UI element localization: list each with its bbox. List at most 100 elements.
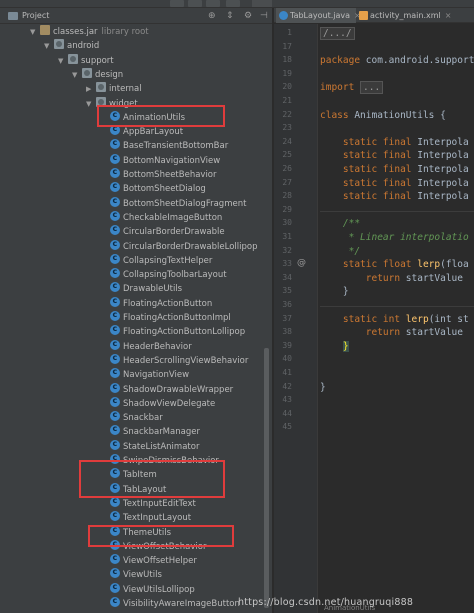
code-token: static float bbox=[320, 259, 418, 271]
chevron-down-icon[interactable]: ▼ bbox=[58, 54, 68, 69]
tree-item[interactable]: ▼ support bbox=[58, 53, 114, 69]
project-icon bbox=[8, 12, 18, 20]
class-icon bbox=[110, 407, 120, 422]
tree-item[interactable]: CollapsingToolbarLayout bbox=[100, 264, 227, 283]
line-number: 25 bbox=[282, 150, 292, 160]
collapse-icon[interactable]: ⇕ bbox=[226, 11, 236, 21]
code-token[interactable]: /.../ bbox=[320, 27, 355, 40]
tree-item-label: BottomNavigationView bbox=[123, 155, 221, 166]
close-icon[interactable]: × bbox=[445, 11, 452, 20]
tree-item[interactable]: CircularBorderDrawableLollipop bbox=[100, 236, 258, 255]
tree-item-label: Snackbar bbox=[123, 413, 163, 424]
line-number: 23 bbox=[282, 123, 292, 133]
toolbar-button[interactable] bbox=[206, 0, 220, 7]
tree-item[interactable]: ViewUtils bbox=[100, 564, 162, 583]
tree-item[interactable]: CircularBorderDrawable bbox=[100, 221, 225, 240]
code-token[interactable]: ... bbox=[360, 81, 384, 95]
code-area[interactable]: /.../ package com.android.support import .… bbox=[320, 24, 474, 613]
code-line: } bbox=[320, 286, 349, 297]
code-line: static final Interpola bbox=[320, 178, 469, 189]
tree-item-label: ViewUtils bbox=[123, 570, 162, 581]
class-icon bbox=[110, 264, 120, 279]
tree-item[interactable]: BottomNavigationView bbox=[100, 150, 221, 169]
tree-item[interactable]: FloatingActionButtonImpl bbox=[100, 307, 231, 326]
tree-item-label: BaseTransientBottomBar bbox=[123, 141, 229, 152]
chevron-down-icon[interactable]: ▼ bbox=[44, 39, 54, 54]
tree-item[interactable]: FloatingActionButtonLollipop bbox=[100, 321, 245, 340]
scrollbar[interactable] bbox=[264, 348, 269, 608]
chevron-right-icon[interactable]: ▶ bbox=[86, 82, 96, 97]
code-line: import ... bbox=[320, 81, 384, 95]
tree-item-label: internal bbox=[109, 84, 142, 95]
line-number: 19 bbox=[282, 68, 292, 78]
tree-item-label: TextInputLayout bbox=[123, 513, 192, 524]
line-number: 36 bbox=[282, 300, 292, 309]
method-separator bbox=[320, 306, 474, 307]
code-token: static final bbox=[320, 191, 418, 203]
package-icon bbox=[68, 53, 78, 64]
tree-item[interactable]: ▶ internal bbox=[86, 82, 142, 97]
tab-activity-main-xml[interactable]: activity_main.xml × bbox=[356, 8, 474, 23]
code-token: static final bbox=[320, 136, 418, 148]
gear-icon[interactable]: ⚙ bbox=[244, 11, 254, 21]
tree-item[interactable]: ShadowDrawableWrapper bbox=[100, 379, 233, 398]
class-icon bbox=[110, 550, 120, 565]
tree-item[interactable]: HeaderScrollingViewBehavior bbox=[100, 350, 248, 369]
code-editor[interactable]: TabLayout.java × activity_main.xml × 1 17 18… bbox=[274, 8, 474, 613]
jar-icon bbox=[40, 25, 50, 35]
code-line: static final Interpola bbox=[320, 164, 469, 175]
target-icon[interactable]: ⊕ bbox=[208, 11, 218, 21]
tab-tablayout-java[interactable]: TabLayout.java × bbox=[276, 8, 361, 23]
code-token: Interpola bbox=[417, 136, 469, 148]
hide-icon[interactable]: ⊣ bbox=[260, 11, 270, 21]
line-number: 21 bbox=[282, 96, 292, 105]
tree-item[interactable]: Snackbar bbox=[100, 407, 163, 426]
code-token: static final bbox=[320, 164, 418, 175]
tree-item[interactable]: ▼ design bbox=[72, 67, 123, 83]
line-number: 40 bbox=[282, 354, 292, 364]
tree-item[interactable]: ShadowViewDelegate bbox=[100, 393, 216, 412]
code-token: AnimationUtils { bbox=[354, 109, 446, 121]
class-icon bbox=[110, 364, 120, 379]
chevron-down-icon[interactable]: ▼ bbox=[72, 68, 82, 83]
tree-item-label: CollapsingToolbarLayout bbox=[123, 270, 227, 281]
tab-label: TabLayout.java bbox=[290, 11, 351, 20]
code-token: static final bbox=[320, 177, 418, 189]
chevron-down-icon[interactable]: ▼ bbox=[30, 25, 40, 40]
toolbar-button[interactable] bbox=[188, 0, 202, 7]
class-icon bbox=[110, 278, 120, 293]
class-icon bbox=[110, 207, 120, 222]
tree-item[interactable]: BottomSheetDialogFragment bbox=[100, 193, 246, 212]
line-number: 34 bbox=[282, 272, 292, 282]
code-token: com.android.support bbox=[365, 55, 474, 67]
tree-item-label: StateListAnimator bbox=[123, 441, 200, 452]
code-token: static int bbox=[320, 313, 406, 325]
class-icon bbox=[110, 350, 120, 365]
override-marker-icon[interactable]: @ bbox=[297, 258, 306, 268]
tree-item[interactable]: ▼ android bbox=[44, 39, 99, 54]
line-number: 31 bbox=[282, 232, 292, 241]
code-token: package bbox=[320, 55, 366, 67]
package-icon bbox=[96, 82, 106, 93]
toolbar-button[interactable] bbox=[170, 0, 184, 7]
highlight-box-themeutils bbox=[88, 525, 234, 547]
run-config-selector[interactable] bbox=[252, 0, 272, 7]
class-icon bbox=[110, 379, 120, 394]
tree-item[interactable]: BottomSheetBehavior bbox=[100, 164, 217, 183]
code-token: } bbox=[342, 340, 349, 352]
class-icon bbox=[110, 293, 120, 308]
line-number: 35 bbox=[282, 286, 292, 296]
chevron-down-icon[interactable]: ▼ bbox=[86, 97, 96, 112]
tree-item[interactable]: CheckableImageButton bbox=[100, 207, 222, 226]
watermark: https://blog.csdn.net/huangruqi888 bbox=[238, 597, 414, 608]
tree-item[interactable]: ▼ classes.jar library root bbox=[30, 25, 149, 40]
line-number: 42 bbox=[282, 381, 292, 391]
tree-item[interactable]: BaseTransientBottomBar bbox=[100, 135, 229, 154]
tree-item-label: AppBarLayout bbox=[123, 127, 184, 138]
tree-item-label: ShadowViewDelegate bbox=[123, 398, 216, 409]
tree-item[interactable]: VisibilityAwareImageButton bbox=[100, 593, 240, 612]
highlight-box-animationutils bbox=[97, 105, 225, 127]
toolbar-button[interactable] bbox=[226, 0, 240, 7]
code-line: class AnimationUtils { bbox=[320, 110, 446, 121]
line-number: 24 bbox=[282, 136, 292, 146]
